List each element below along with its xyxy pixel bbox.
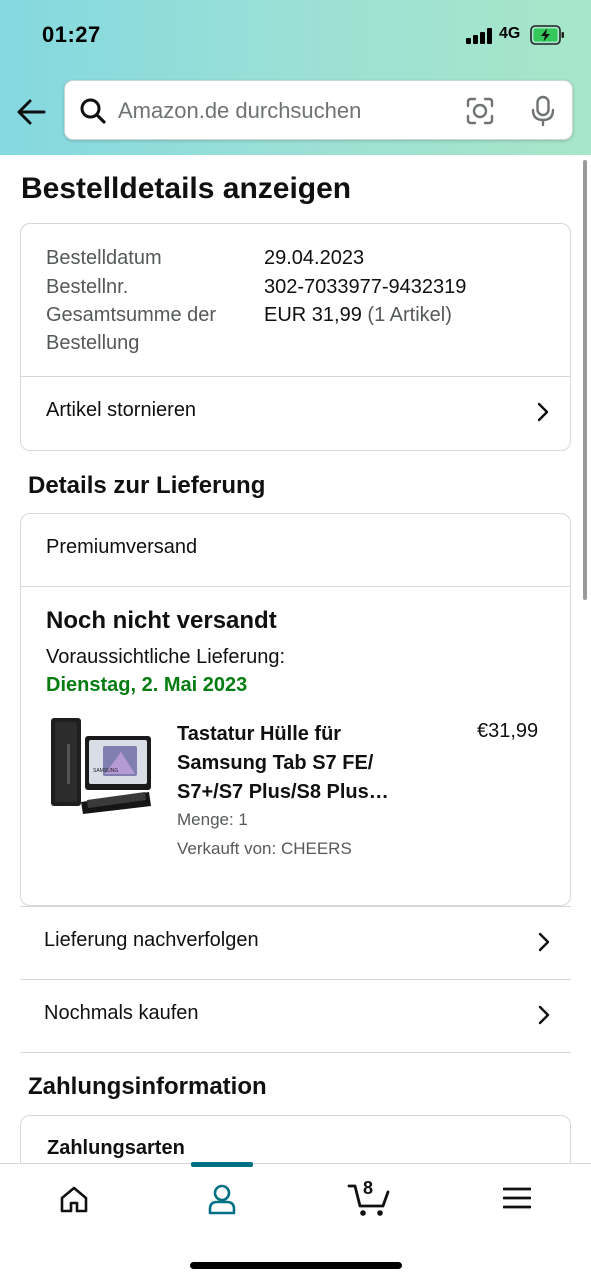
order-date-value: 29.04.2023: [264, 247, 365, 269]
home-icon: [60, 1186, 88, 1213]
shipment-status: Noch nicht versandt: [46, 607, 277, 634]
home-indicator: [190, 1262, 402, 1269]
cancel-items-label: Artikel stornieren: [46, 399, 197, 421]
network-type: 4G: [499, 25, 521, 42]
search-bar[interactable]: [64, 80, 573, 140]
microphone-icon[interactable]: [531, 95, 555, 127]
nav-account[interactable]: [172, 1164, 272, 1234]
search-icon: [80, 98, 106, 124]
app-header: 01:27 4G: [0, 0, 591, 155]
status-time: 01:27: [42, 22, 101, 47]
shipping-type: Premiumversand: [46, 536, 198, 558]
camera-lens-icon[interactable]: [465, 96, 495, 126]
user-icon: [208, 1184, 236, 1215]
page-title: Bestelldetails anzeigen: [21, 172, 352, 205]
order-date-label: Bestelldatum: [46, 247, 162, 269]
expected-delivery-label: Voraussichtliche Lieferung:: [46, 646, 286, 668]
divider: [21, 586, 570, 587]
chevron-right-icon: [538, 1005, 550, 1025]
order-item-count: (1 Artikel): [367, 304, 452, 326]
product-image[interactable]: SAMSUNG: [45, 714, 155, 814]
expected-delivery-date: Dienstag, 2. Mai 2023: [46, 674, 248, 696]
payment-methods-title: Zahlungsarten: [47, 1137, 185, 1159]
order-total-value: EUR 31,99 (1 Artikel): [264, 301, 452, 329]
product-price: €31,99: [477, 720, 539, 742]
product-seller: Verkauft von: CHEERS: [177, 839, 352, 858]
order-summary-card: Bestelldatum 29.04.2023 Bestellnr. 302-7…: [20, 223, 571, 451]
order-number-value: 302-7033977-9432319: [264, 276, 467, 298]
cancel-items-link[interactable]: Artikel stornieren: [21, 377, 570, 449]
payment-section-title: Zahlungsinformation: [28, 1073, 267, 1100]
nav-home[interactable]: [24, 1164, 124, 1234]
hamburger-menu-icon: [503, 1187, 531, 1209]
buy-again-link[interactable]: Nochmals kaufen: [20, 979, 571, 1052]
divider: [20, 1052, 571, 1053]
product-quantity: Menge: 1: [177, 810, 248, 829]
nav-cart[interactable]: 8: [319, 1164, 419, 1234]
order-total-label: Gesamtsumme der Bestellung: [46, 304, 217, 354]
buy-again-label: Nochmals kaufen: [44, 1002, 199, 1024]
search-input[interactable]: [118, 91, 448, 131]
battery-charging-icon: [530, 25, 564, 45]
track-delivery-link[interactable]: Lieferung nachverfolgen: [20, 906, 571, 979]
active-tab-indicator: [191, 1162, 253, 1167]
cart-count-badge: 8: [362, 1178, 373, 1198]
back-arrow-icon[interactable]: [14, 94, 50, 130]
scrollbar[interactable]: [583, 160, 587, 600]
chevron-right-icon: [537, 402, 549, 422]
nav-menu[interactable]: [467, 1164, 567, 1234]
order-number-label: Bestellnr.: [46, 276, 129, 298]
product-title[interactable]: Tastatur Hülle für Samsung Tab S7 FE/ S7…: [177, 720, 427, 807]
order-total-amount: EUR 31,99: [264, 304, 362, 326]
cellular-signal-icon: [466, 28, 494, 44]
delivery-section-title: Details zur Lieferung: [28, 472, 266, 499]
chevron-right-icon: [538, 932, 550, 952]
svg-text:SAMSUNG: SAMSUNG: [93, 768, 118, 774]
track-delivery-label: Lieferung nachverfolgen: [44, 929, 259, 951]
delivery-card: Premiumversand Noch nicht versandt Vorau…: [20, 513, 571, 906]
